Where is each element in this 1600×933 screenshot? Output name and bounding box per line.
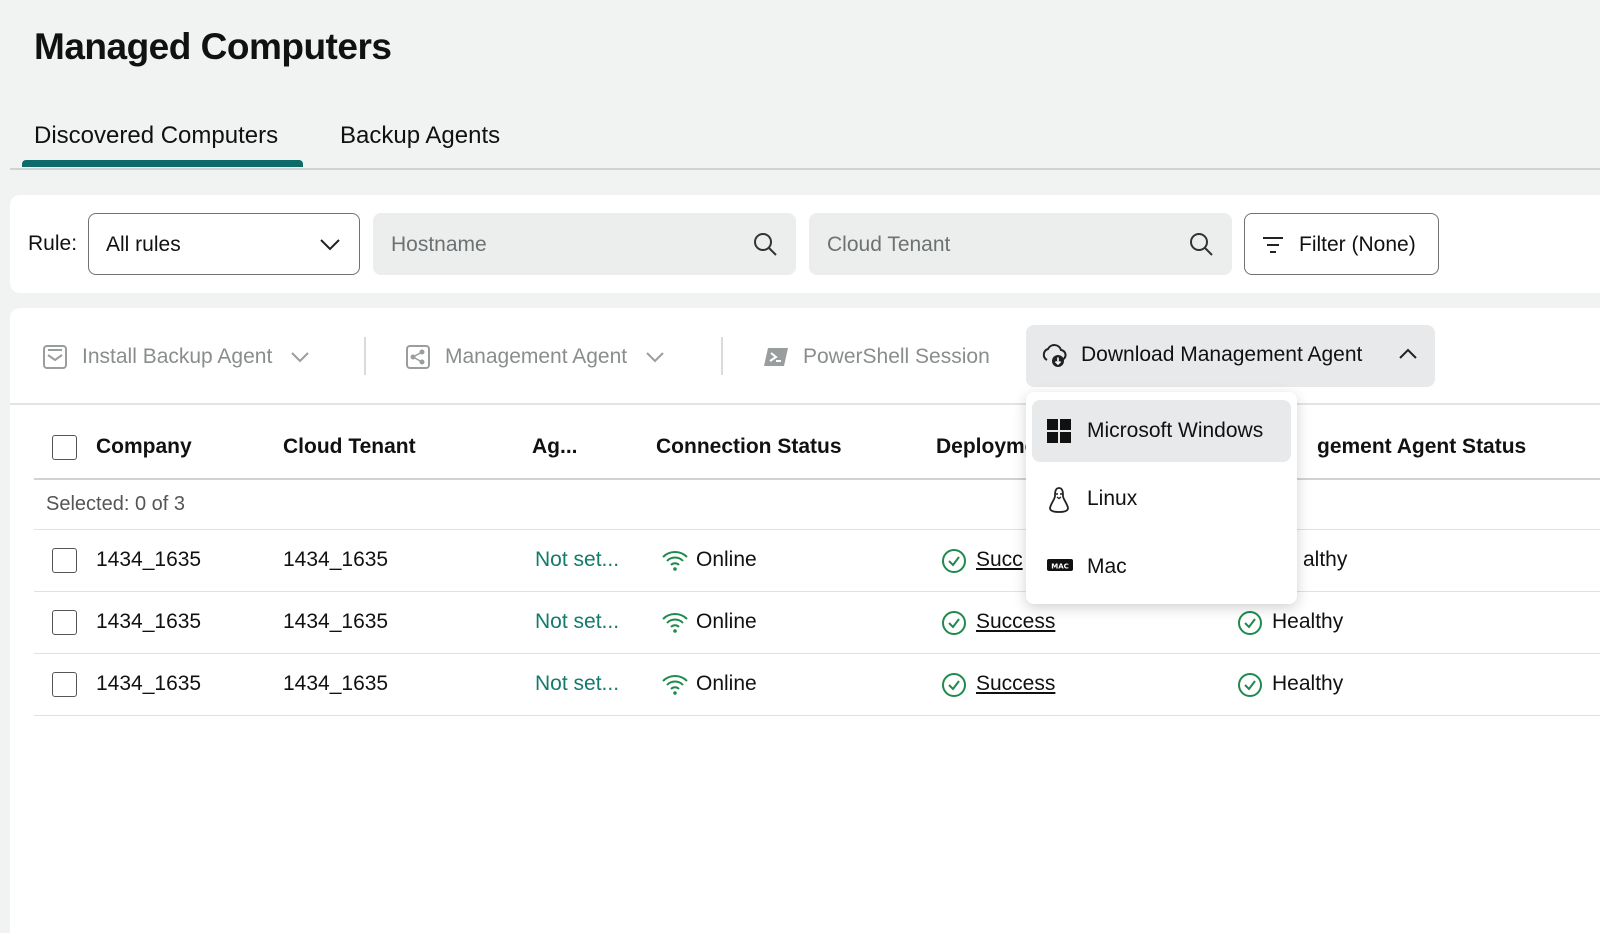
computers-panel: Install Backup Agent Management Agent Po… <box>10 308 1600 933</box>
filter-bar: Rule: All rules Hostname Cloud Tenant Fi… <box>10 195 1600 293</box>
check-circle-icon <box>942 673 966 697</box>
download-agent-menu: Microsoft Windows Linux MAC Mac <box>1026 392 1297 604</box>
column-header-company[interactable]: Company <box>96 435 192 459</box>
wifi-icon <box>662 551 688 571</box>
management-status-cell: Healthy <box>1272 672 1344 695</box>
powershell-session-label: PowerShell Session <box>803 345 990 368</box>
hostname-search-input[interactable]: Hostname <box>373 213 796 275</box>
menu-item-microsoft-windows[interactable]: Microsoft Windows <box>1032 400 1291 462</box>
management-status-cell: Healthy <box>1272 610 1344 633</box>
tab-bar: Discovered Computers Backup Agents <box>10 110 1600 170</box>
deployment-cell[interactable]: Succ <box>976 548 1023 572</box>
computers-table: Company Cloud Tenant Ag... Connection St… <box>34 405 1600 716</box>
chevron-down-icon <box>320 239 340 251</box>
rule-select[interactable]: All rules <box>88 213 360 275</box>
hostname-placeholder: Hostname <box>391 233 487 256</box>
chevron-up-icon <box>1399 348 1417 359</box>
page-title: Managed Computers <box>34 26 392 67</box>
powershell-icon <box>764 348 788 366</box>
menu-item-mac[interactable]: MAC Mac <box>1032 536 1291 598</box>
cloud-tenant-placeholder: Cloud Tenant <box>827 233 951 256</box>
powershell-session-button[interactable]: PowerShell Session <box>763 342 990 372</box>
filter-button-label: Filter (None) <box>1299 233 1416 256</box>
management-agent-icon <box>406 345 430 369</box>
rule-select-value: All rules <box>106 233 181 256</box>
wifi-icon <box>662 613 688 633</box>
windows-icon <box>1047 419 1071 443</box>
tenant-cell: 1434_1635 <box>283 672 389 695</box>
selected-count: Selected: 0 of 3 <box>46 493 185 515</box>
rule-label: Rule: <box>28 232 78 255</box>
check-circle-icon <box>1238 673 1262 697</box>
deployment-cell[interactable]: Success <box>976 672 1055 696</box>
check-circle-icon <box>942 549 966 573</box>
table-row[interactable]: 1434_1635 1434_1635 Not set... Online Su… <box>34 592 1600 654</box>
cloud-download-icon <box>1042 344 1067 367</box>
table-row[interactable]: 1434_1635 1434_1635 Not set... Online Su… <box>34 654 1600 716</box>
row-checkbox[interactable] <box>52 672 77 697</box>
wifi-icon <box>662 675 688 695</box>
install-backup-agent-label: Install Backup Agent <box>82 345 273 368</box>
chevron-down-icon <box>646 352 664 363</box>
agent-cell[interactable]: Not set... <box>535 610 619 634</box>
management-agent-button[interactable]: Management Agent <box>405 342 665 372</box>
download-management-agent-button[interactable]: Download Management Agent <box>1026 325 1435 387</box>
connection-cell: Online <box>696 548 757 571</box>
download-management-agent-label: Download Management Agent <box>1081 343 1363 366</box>
column-header-deployment[interactable]: Deployme <box>936 435 1036 459</box>
search-icon <box>1190 233 1213 256</box>
menu-item-linux[interactable]: Linux <box>1032 468 1291 530</box>
management-status-cell: althy <box>1303 548 1348 571</box>
connection-cell: Online <box>696 672 757 695</box>
deployment-cell[interactable]: Success <box>976 610 1055 634</box>
connection-cell: Online <box>696 610 757 633</box>
linux-icon <box>1049 487 1069 513</box>
menu-item-label: Mac <box>1087 555 1127 578</box>
tab-backup-agents[interactable]: Backup Agents <box>340 122 500 150</box>
select-all-checkbox[interactable] <box>52 435 77 460</box>
column-header-connection-status[interactable]: Connection Status <box>656 435 842 459</box>
install-agent-icon <box>43 345 67 369</box>
chevron-down-icon <box>291 352 310 363</box>
install-backup-agent-button[interactable]: Install Backup Agent <box>42 342 310 372</box>
toolbar: Install Backup Agent Management Agent Po… <box>10 308 1600 405</box>
company-cell: 1434_1635 <box>96 610 202 633</box>
filter-icon <box>1263 237 1283 253</box>
filter-button[interactable]: Filter (None) <box>1244 213 1439 275</box>
check-circle-icon <box>1238 611 1262 635</box>
mac-icon: MAC <box>1047 559 1073 571</box>
management-agent-label: Management Agent <box>445 345 628 368</box>
search-icon <box>754 233 777 256</box>
menu-item-label: Linux <box>1087 487 1138 510</box>
tab-discovered-computers[interactable]: Discovered Computers <box>34 122 278 150</box>
row-checkbox[interactable] <box>52 548 77 573</box>
company-cell: 1434_1635 <box>96 672 202 695</box>
cloud-tenant-search-input[interactable]: Cloud Tenant <box>809 213 1232 275</box>
company-cell: 1434_1635 <box>96 548 202 571</box>
agent-cell[interactable]: Not set... <box>535 672 619 696</box>
selection-summary: Selected: 0 of 3 <box>34 480 1600 530</box>
table-row[interactable]: 1434_1635 1434_1635 Not set... Online Su… <box>34 530 1600 592</box>
agent-cell[interactable]: Not set... <box>535 548 619 572</box>
column-header-management-agent-status[interactable]: gement Agent Status <box>1317 435 1526 459</box>
active-tab-indicator <box>22 160 303 167</box>
svg-text:MAC: MAC <box>1051 563 1069 571</box>
toolbar-divider <box>364 337 366 375</box>
table-header: Company Cloud Tenant Ag... Connection St… <box>34 405 1600 480</box>
toolbar-divider <box>721 337 723 375</box>
menu-item-label: Microsoft Windows <box>1087 419 1264 442</box>
column-header-agent[interactable]: Ag... <box>532 435 578 459</box>
check-circle-icon <box>942 611 966 635</box>
tenant-cell: 1434_1635 <box>283 548 389 571</box>
column-header-cloud-tenant[interactable]: Cloud Tenant <box>283 435 416 459</box>
tenant-cell: 1434_1635 <box>283 610 389 633</box>
row-checkbox[interactable] <box>52 610 77 635</box>
